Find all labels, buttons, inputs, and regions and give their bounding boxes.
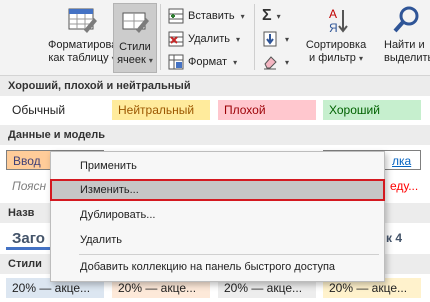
chevron-down-icon: ▾ — [233, 57, 238, 67]
style-label: 20% — акце... — [329, 281, 408, 295]
menu-divider — [79, 254, 379, 255]
chevron-down-icon: ▾ — [148, 56, 153, 65]
cell-styles-label1: Стили — [119, 41, 151, 53]
chevron-down-icon: ▾ — [240, 11, 245, 21]
menu-item-modify[interactable]: Изменить... — [50, 179, 385, 201]
menu-item-duplicate[interactable]: Дублировать... — [51, 204, 384, 226]
style-heading4[interactable]: к 4 — [386, 228, 426, 248]
section-data-and-model: Данные и модель — [0, 125, 430, 145]
sigma-icon: Σ — [262, 7, 272, 24]
style-label: 20% — акце... — [118, 281, 197, 295]
style-label: Поясн — [12, 179, 47, 193]
style-warning[interactable]: еду... — [390, 176, 430, 196]
style-label: 20% — акце... — [224, 281, 303, 295]
format-as-table-button[interactable]: Форматировать как таблицу ▾ — [48, 4, 128, 65]
style-label: Ввод — [13, 154, 41, 168]
format-button[interactable]: Формат ▾ — [168, 52, 237, 72]
menu-item-apply[interactable]: Применить — [51, 155, 384, 177]
insert-button[interactable]: Вставить ▾ — [168, 6, 245, 26]
cell-styles-label2: ячеек — [117, 54, 146, 66]
style-explanatory[interactable]: Поясн — [6, 176, 50, 196]
menu-item-label: Удалить — [80, 234, 122, 246]
eraser-icon — [264, 56, 277, 70]
context-menu: Применить Изменить... Дублировать... Уда… — [50, 151, 385, 282]
style-heading1[interactable]: Заго — [6, 228, 52, 250]
style-normal[interactable]: Обычный — [6, 100, 104, 120]
format-label: Формат — [188, 56, 228, 68]
menu-item-label: Изменить... — [80, 184, 139, 196]
menu-item-label: Дублировать... — [80, 209, 156, 221]
style-label: Обычный — [12, 103, 66, 117]
format-cells-icon — [168, 54, 184, 70]
clear-button[interactable]: ▾ — [262, 52, 289, 72]
sort-filter-icon: А Я — [329, 7, 348, 35]
svg-text:Я: Я — [329, 21, 338, 35]
menu-item-add-to-quick-access[interactable]: Добавить коллекцию на панель быстрого до… — [51, 256, 384, 278]
sort-filter-label2: и фильтр — [309, 52, 356, 64]
ribbon: Форматировать как таблицу ▾ Стили ячеек … — [0, 0, 430, 76]
style-label: Хороший — [329, 103, 380, 117]
fill-button[interactable]: ▾ — [262, 29, 289, 49]
style-bad[interactable]: Плохой — [218, 100, 316, 120]
fill-down-icon — [263, 31, 277, 47]
cell-styles-button[interactable]: Стили ячеек ▾ — [113, 3, 157, 73]
style-label: Нейтральный — [118, 103, 195, 117]
autosum-button[interactable]: Σ ▾ — [262, 6, 281, 26]
chevron-down-icon: ▾ — [236, 34, 241, 44]
search-icon — [393, 6, 419, 33]
chevron-down-icon: ▾ — [276, 11, 281, 21]
section-good-bad-neutral: Хороший, плохой и нейтральный — [0, 76, 430, 96]
delete-label: Удалить — [188, 33, 230, 45]
chevron-down-icon: ▾ — [285, 34, 290, 44]
style-neutral[interactable]: Нейтральный — [112, 100, 210, 120]
delete-cells-icon — [168, 31, 184, 47]
style-label: Плохой — [224, 103, 266, 117]
insert-cells-icon — [168, 8, 184, 24]
ribbon-separator — [254, 4, 255, 70]
delete-button[interactable]: Удалить ▾ — [168, 29, 240, 49]
style-label: еду... — [390, 179, 419, 193]
menu-item-delete[interactable]: Удалить — [51, 229, 384, 251]
sort-filter-label1: Сортировка — [305, 39, 367, 51]
chevron-down-icon: ▾ — [285, 57, 290, 67]
chevron-down-icon: ▾ — [358, 54, 363, 63]
insert-label: Вставить — [188, 10, 235, 22]
format-as-table-label2: как таблицу — [48, 52, 109, 64]
menu-item-label: Добавить коллекцию на панель быстрого до… — [80, 261, 336, 273]
find-select-label1: Найти и — [384, 39, 425, 51]
svg-text:А: А — [329, 7, 337, 21]
sort-filter-button[interactable]: А Я Сортировка и фильтр ▾ — [300, 4, 372, 65]
style-label: 20% — акце... — [12, 281, 91, 295]
find-select-button[interactable]: Найти и выделить — [376, 4, 430, 65]
cell-styles-icon — [122, 12, 149, 33]
style-label: лка — [392, 154, 412, 168]
style-label: Заго — [12, 230, 45, 247]
menu-item-label: Применить — [80, 160, 137, 172]
ribbon-separator — [160, 4, 161, 70]
style-good[interactable]: Хороший — [323, 100, 421, 120]
find-select-label2: выделить — [384, 52, 430, 64]
table-format-icon — [68, 8, 97, 33]
style-label: к 4 — [386, 231, 403, 245]
